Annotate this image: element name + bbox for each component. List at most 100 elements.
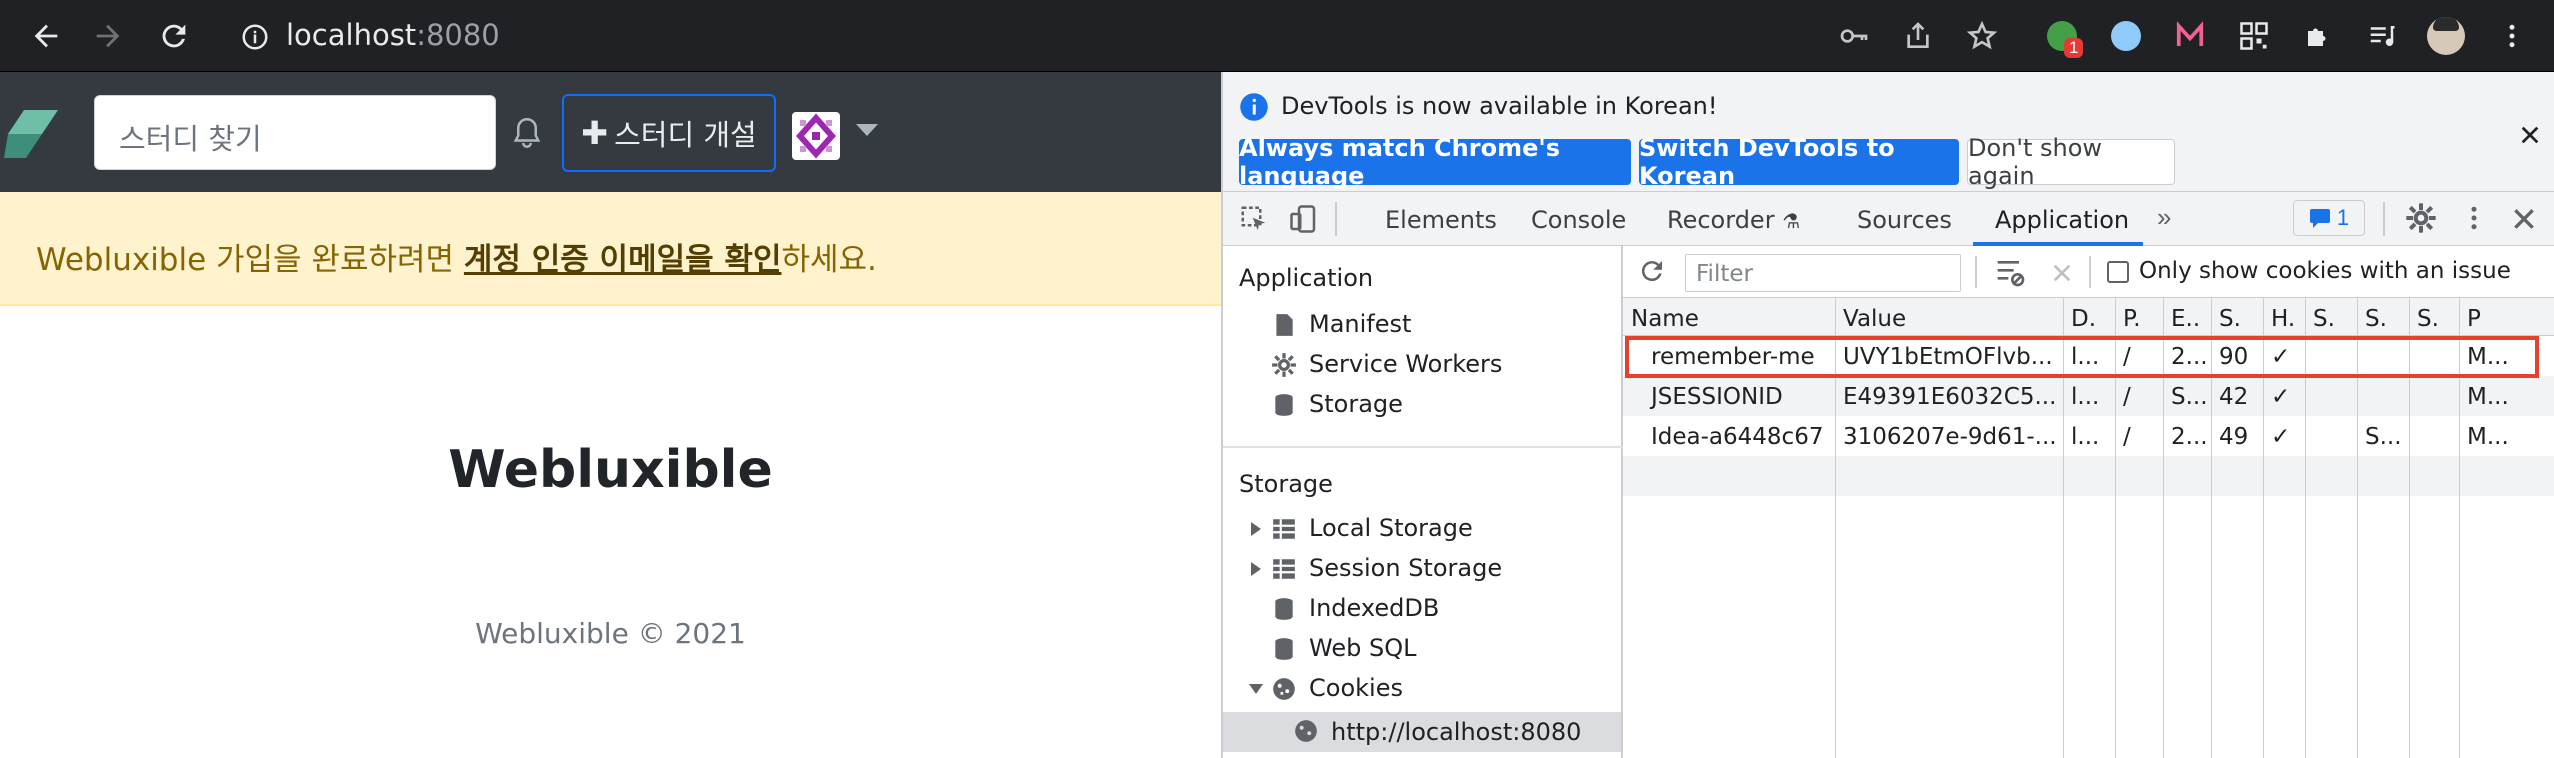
verify-email-link[interactable]: 계정 인증 이메일을 확인 xyxy=(464,242,782,278)
device-toolbar-icon[interactable] xyxy=(1289,204,1319,234)
tabbar-divider-2 xyxy=(2383,202,2385,236)
devtools-menu-icon[interactable] xyxy=(2459,202,2489,234)
reload-button[interactable] xyxy=(152,14,196,58)
qr-code-icon[interactable] xyxy=(2234,16,2274,56)
extension-badge: 1 xyxy=(2064,38,2084,58)
expand-session-storage-icon[interactable] xyxy=(1251,562,1261,576)
table-cell: / xyxy=(2123,424,2131,450)
clear-filtered-cookies-icon[interactable] xyxy=(1995,258,2027,288)
alert-banner: Webluxible 가입을 완료하려면 계정 인증 이메일을 확인하세요. xyxy=(0,192,1221,306)
sidebar-item-local-storage[interactable]: Local Storage xyxy=(1309,514,1473,542)
column-header[interactable]: S. xyxy=(2305,298,2357,334)
sidebar-item-manifest[interactable]: Manifest xyxy=(1309,310,1411,338)
caret-down-icon[interactable] xyxy=(856,124,878,138)
column-header[interactable]: D. xyxy=(2063,298,2115,334)
switch-korean-button[interactable]: Switch DevTools to Korean xyxy=(1639,134,1959,190)
table-cell xyxy=(2357,376,2409,416)
session-storage-grid-icon xyxy=(1273,559,1295,579)
extension-blue-icon[interactable] xyxy=(2106,16,2146,56)
profile-avatar[interactable] xyxy=(2426,16,2466,56)
search-placeholder: 스터디 찾기 xyxy=(119,122,262,156)
table-cell: 2... xyxy=(2171,424,2208,450)
column-header[interactable]: S. xyxy=(2357,298,2409,334)
table-cell xyxy=(2409,376,2459,416)
tab-recorder[interactable]: Recorder ⚗ xyxy=(1667,206,1800,234)
column-header[interactable]: H. xyxy=(2263,298,2305,334)
refresh-cookies-icon[interactable] xyxy=(1637,256,1667,286)
tab-recorder-label: Recorder xyxy=(1667,206,1775,234)
alert-suffix: 하세요. xyxy=(781,242,877,278)
url-host: localhost xyxy=(286,18,417,52)
site-logo-icon[interactable] xyxy=(4,108,62,160)
forward-arrow-icon xyxy=(96,24,120,48)
tabbar-divider xyxy=(1335,202,1337,236)
info-icon[interactable] xyxy=(240,22,270,52)
table-row-empty xyxy=(1623,456,2554,496)
cookies-icon xyxy=(1273,678,1295,700)
match-language-button[interactable]: Always match Chrome's language xyxy=(1239,134,1631,190)
sidebar-item-cookies[interactable]: Cookies xyxy=(1309,674,1403,702)
issues-counter[interactable]: 1 xyxy=(2293,200,2365,236)
inspect-element-icon[interactable] xyxy=(1239,204,1269,234)
url-port: :8080 xyxy=(416,18,500,52)
only-issue-checkbox[interactable] xyxy=(2107,261,2129,283)
forward-button[interactable] xyxy=(86,14,130,58)
extension-green-icon[interactable]: 1 xyxy=(2042,16,2084,58)
sidebar-item-cookie-origin[interactable]: http://localhost:8080 xyxy=(1223,712,1621,752)
sidebar-item-service-workers[interactable]: Service Workers xyxy=(1309,350,1502,378)
collapse-cookies-icon[interactable] xyxy=(1249,684,1263,694)
bookmark-star-icon[interactable] xyxy=(1962,16,2002,56)
share-icon[interactable] xyxy=(1898,16,1938,56)
tab-elements[interactable]: Elements xyxy=(1385,206,1497,234)
sidebar-divider xyxy=(1223,446,1623,448)
delete-selected-icon[interactable] xyxy=(2051,262,2073,284)
highlight-box xyxy=(1625,336,2539,378)
column-header[interactable]: Value xyxy=(1835,298,2063,334)
service-workers-gear-icon xyxy=(1272,353,1296,377)
url-text[interactable]: localhost:8080 xyxy=(286,18,500,52)
sidebar-item-session-storage[interactable]: Session Storage xyxy=(1309,554,1502,582)
devtools-panel: DevTools is now available in Korean! Alw… xyxy=(1221,72,2554,758)
column-header[interactable]: Name xyxy=(1623,298,1835,334)
column-header[interactable]: P xyxy=(2459,298,2554,334)
devtools-language-infobar: DevTools is now available in Korean! Alw… xyxy=(1223,72,2554,192)
alert-message: Webluxible 가입을 완료하려면 계정 인증 이메일을 확인하세요. xyxy=(36,234,877,279)
key-icon[interactable] xyxy=(1834,16,1874,56)
more-tabs-icon[interactable]: » xyxy=(2157,202,2171,233)
create-study-button[interactable]: ✚ 스터디 개설 xyxy=(562,94,776,172)
sidebar-item-storage[interactable]: Storage xyxy=(1309,390,1403,418)
user-avatar[interactable] xyxy=(792,112,840,160)
close-devtools-icon[interactable] xyxy=(2511,206,2537,232)
settings-gear-icon[interactable] xyxy=(2405,202,2437,234)
kebab-menu-icon[interactable] xyxy=(2492,16,2532,56)
table-cell: M... xyxy=(2467,384,2509,410)
tab-application[interactable]: Application xyxy=(1995,206,2129,234)
table-cell: Idea-a6448c67 xyxy=(1651,424,1824,450)
close-infobar-icon[interactable] xyxy=(2519,124,2541,146)
application-sidebar: Application Manifest Service Workers Sto… xyxy=(1223,246,1623,758)
column-header[interactable]: S. xyxy=(2409,298,2459,334)
search-input[interactable]: 스터디 찾기 xyxy=(94,95,496,170)
issues-count: 1 xyxy=(2336,205,2350,230)
table-cell xyxy=(2409,416,2459,456)
bell-icon[interactable] xyxy=(512,116,542,150)
dont-show-again-button[interactable]: Don't show again xyxy=(1967,134,2175,190)
storage-database-icon xyxy=(1275,394,1293,416)
reading-list-icon[interactable] xyxy=(2362,16,2402,56)
tab-console[interactable]: Console xyxy=(1531,206,1626,234)
table-cell: / xyxy=(2123,384,2131,410)
tab-sources[interactable]: Sources xyxy=(1857,206,1952,234)
column-header[interactable]: S. xyxy=(2211,298,2263,334)
sidebar-item-web-sql[interactable]: Web SQL xyxy=(1309,634,1416,662)
puzzle-extensions-icon[interactable] xyxy=(2298,16,2338,56)
table-cell: l... xyxy=(2071,424,2100,450)
back-button[interactable] xyxy=(24,14,68,58)
column-header[interactable]: P. xyxy=(2115,298,2163,334)
extension-m-icon[interactable] xyxy=(2170,16,2210,56)
sidebar-item-indexeddb[interactable]: IndexedDB xyxy=(1309,594,1439,622)
create-study-label: 스터디 개설 xyxy=(614,118,757,152)
column-header[interactable]: E.. xyxy=(2163,298,2211,334)
cookie-filter-input[interactable]: Filter xyxy=(1685,254,1961,292)
manifest-file-icon xyxy=(1276,314,1293,336)
expand-local-storage-icon[interactable] xyxy=(1251,522,1261,536)
